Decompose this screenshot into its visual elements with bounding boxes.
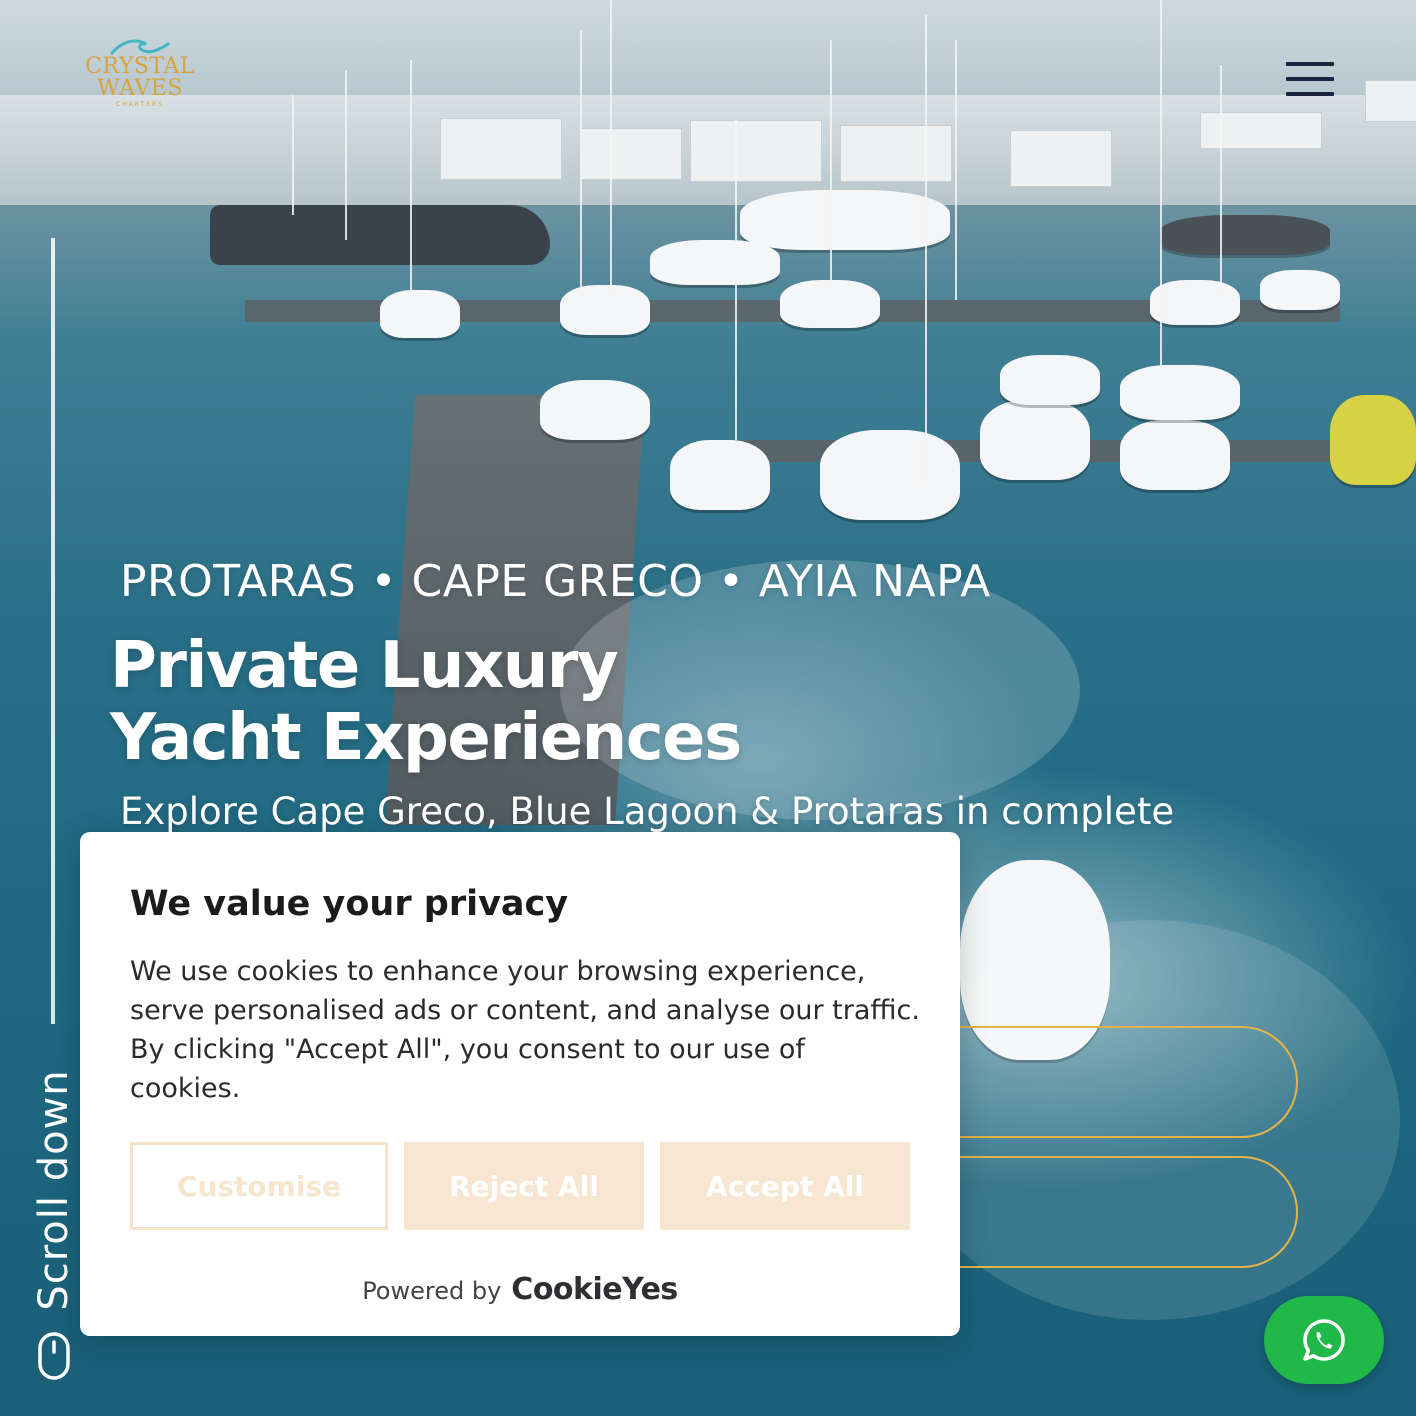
mast (955, 40, 957, 300)
menu-bar (1286, 62, 1334, 66)
mouse-icon[interactable] (38, 1332, 70, 1380)
boat (820, 430, 960, 520)
reject-all-button[interactable]: Reject All (404, 1142, 644, 1230)
building (1200, 112, 1322, 149)
boat (1150, 280, 1240, 325)
scroll-down-label[interactable]: Scroll down (31, 1069, 77, 1310)
mast (610, 0, 612, 300)
powered-by-label: Powered by (362, 1277, 502, 1305)
whatsapp-button[interactable] (1264, 1296, 1384, 1384)
hero-subtitle: Explore Cape Greco, Blue Lagoon & Protar… (120, 790, 1175, 833)
boat (670, 440, 770, 510)
logo-text-waves: WAVES (97, 76, 183, 101)
mast (345, 70, 347, 240)
cookieyes-logo[interactable]: CookieYes (511, 1272, 678, 1307)
logo-text-crystal: CRYSTAL (85, 54, 195, 79)
mast (735, 120, 737, 440)
yellow-boat (1330, 395, 1416, 485)
cookie-description: We use cookies to enhance your browsing … (130, 956, 920, 1104)
hero-title-line2: Yacht Experiences (110, 701, 742, 775)
building (1010, 130, 1112, 187)
boat (1000, 355, 1100, 405)
boat (980, 400, 1090, 480)
menu-bar (1286, 77, 1334, 81)
white-yacht (740, 190, 950, 250)
cookie-title: We value your privacy (130, 884, 569, 924)
boat (1260, 270, 1340, 310)
hero-title-line1: Private Luxury (110, 629, 619, 703)
boat (1120, 420, 1230, 490)
mast (292, 95, 294, 215)
hero-locations: PROTARAS • CAPE GRECO • AYIA NAPA (120, 556, 991, 607)
cookie-consent-banner: We value your privacy We use cookies to … (80, 832, 960, 1336)
boat (540, 380, 650, 440)
scroll-line (51, 238, 55, 1024)
accept-all-button[interactable]: Accept All (660, 1142, 910, 1230)
customise-button[interactable]: Customise (130, 1142, 388, 1230)
brand-logo[interactable]: CRYSTAL WAVES CHARTERS (84, 36, 196, 122)
mast (925, 15, 927, 485)
building (440, 118, 562, 180)
building (690, 120, 822, 182)
logo-text-charters: CHARTERS (116, 101, 164, 108)
boat (560, 285, 650, 335)
building (840, 125, 952, 182)
building (1365, 80, 1416, 122)
building (580, 128, 682, 180)
hero-page: CRYSTAL WAVES CHARTERS Scroll down PROTA… (0, 0, 1416, 1416)
hero-title: Private Luxury Yacht Experiences (110, 629, 742, 775)
whatsapp-icon (1303, 1319, 1345, 1361)
powered-by: Powered by CookieYes (80, 1272, 960, 1307)
mast (830, 40, 832, 290)
wave-logo-icon (110, 39, 170, 55)
mast (580, 30, 582, 300)
boat (1120, 365, 1240, 420)
boat (1160, 215, 1330, 255)
boat (650, 240, 780, 285)
dark-yacht (210, 205, 550, 265)
hamburger-menu-icon[interactable] (1286, 60, 1336, 100)
mast (410, 60, 412, 300)
menu-bar (1286, 92, 1334, 96)
mast (1220, 65, 1222, 295)
mast (1160, 0, 1162, 370)
boat (380, 290, 460, 338)
